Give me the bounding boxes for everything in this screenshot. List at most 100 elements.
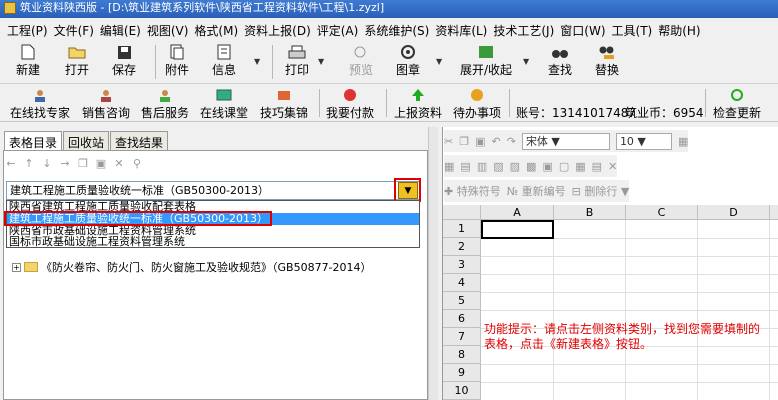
paste-icon[interactable]: ▣ xyxy=(94,157,108,177)
todo-button[interactable]: 待办事项 xyxy=(453,86,501,121)
chapter-button[interactable]: 图章 xyxy=(396,43,420,78)
chapter-dropdown-icon[interactable]: ▼ xyxy=(436,57,442,66)
online-expert-button[interactable]: 在线找专家 xyxy=(10,86,70,121)
expand-dropdown-icon[interactable]: ▼ xyxy=(523,57,529,66)
standard-select[interactable]: 建筑工程施工质量验收统一标准（GB50300-2013） xyxy=(6,181,420,200)
row-header[interactable]: 7 xyxy=(443,328,481,346)
renumber-button[interactable]: № 重新编号 xyxy=(507,183,566,199)
menu-help[interactable]: 帮助(H) xyxy=(655,22,703,39)
corner-cell[interactable] xyxy=(443,205,481,220)
spreadsheet-grid[interactable]: A B C D 1 2 3 4 5 6 7 8 9 10 xyxy=(443,205,778,400)
menu-project[interactable]: 工程(P) xyxy=(4,22,51,39)
split-icon[interactable]: ▥ xyxy=(477,160,487,173)
tips-button[interactable]: 技巧集锦 xyxy=(260,86,308,121)
online-classroom-button[interactable]: 在线课堂 xyxy=(200,86,248,121)
tab-table-catalog[interactable]: 表格目录 xyxy=(4,131,63,151)
align-center-icon[interactable]: ▨ xyxy=(510,160,520,173)
todo-icon xyxy=(470,86,484,104)
menu-format[interactable]: 格式(M) xyxy=(191,22,241,39)
filter-icon[interactable]: ⚲ xyxy=(130,157,144,177)
folder-icon xyxy=(24,262,38,272)
bold-icon[interactable]: ▦ xyxy=(678,135,688,148)
active-cell[interactable] xyxy=(481,220,554,239)
splitter-scrollbar[interactable] xyxy=(428,127,438,400)
save-button[interactable]: 保存 xyxy=(112,43,136,78)
find-button[interactable]: 查找 xyxy=(548,43,572,78)
undo-icon[interactable]: ↶ xyxy=(492,135,501,148)
print-button[interactable]: 打印 xyxy=(285,43,309,78)
move-down-icon[interactable]: ↓ xyxy=(40,157,54,177)
table-icon[interactable]: ▦ xyxy=(444,160,454,173)
move-right-icon[interactable]: → xyxy=(58,157,72,177)
grid-line xyxy=(481,292,778,293)
delete-icon[interactable]: ✕ xyxy=(112,157,126,177)
redo-icon[interactable]: ↷ xyxy=(507,135,516,148)
row-header[interactable]: 2 xyxy=(443,238,481,256)
row-header[interactable]: 8 xyxy=(443,346,481,364)
column-header[interactable]: C xyxy=(626,205,698,220)
expand-collapse-button[interactable]: 展开/收起 xyxy=(460,43,512,78)
menu-view[interactable]: 视图(V) xyxy=(144,22,192,39)
grid-line xyxy=(481,274,778,275)
align-right-icon[interactable]: ▩ xyxy=(526,160,536,173)
preview-button[interactable]: 预览 xyxy=(349,43,373,78)
left-tabs: 表格目录 回收站 查找结果 xyxy=(4,131,169,151)
font-select[interactable]: 宋体 ▼ xyxy=(521,132,610,150)
move-left-icon[interactable]: ← xyxy=(4,157,18,177)
tab-search-results[interactable]: 查找结果 xyxy=(110,131,169,151)
merge-icon[interactable]: ▤ xyxy=(460,160,470,173)
sales-consult-button[interactable]: 销售咨询 xyxy=(82,86,130,121)
info-button[interactable]: 信息 xyxy=(212,43,236,78)
border-icon[interactable]: ▣ xyxy=(542,160,552,173)
attach-button[interactable]: 附件 xyxy=(165,43,189,78)
row-header[interactable]: 3 xyxy=(443,256,481,274)
insert-icon[interactable]: ▤ xyxy=(592,160,602,173)
menu-tools[interactable]: 工具(T) xyxy=(609,22,656,39)
menu-edit[interactable]: 编辑(E) xyxy=(97,22,144,39)
menu-file[interactable]: 文件(F) xyxy=(51,22,97,39)
tab-recycle-bin[interactable]: 回收站 xyxy=(63,131,110,151)
grid-icon[interactable]: ▦ xyxy=(575,160,585,173)
align-left-icon[interactable]: ▧ xyxy=(493,160,503,173)
menu-technique[interactable]: 技术工艺(J) xyxy=(490,22,557,39)
delete-cell-icon[interactable]: ✕ xyxy=(608,160,617,173)
cut-icon[interactable]: ✂ xyxy=(444,135,453,148)
copy-icon[interactable]: ❐ xyxy=(76,157,90,177)
move-up-icon[interactable]: ↑ xyxy=(22,157,36,177)
replace-button[interactable]: 替换 xyxy=(595,43,619,78)
delete-row-button[interactable]: ⊟ 删除行 ▼ xyxy=(572,183,630,199)
column-header[interactable]: D xyxy=(698,205,770,220)
window-title: 筑业资料陕西版 - [D:\筑业建筑系列软件\陕西省工程资料软件\工程\1.zy… xyxy=(20,1,385,14)
paste-icon[interactable]: ▣ xyxy=(475,135,485,148)
info-dropdown-icon[interactable]: ▼ xyxy=(254,57,260,66)
column-header[interactable] xyxy=(770,205,778,220)
row-header[interactable]: 9 xyxy=(443,364,481,382)
menu-report[interactable]: 资料上报(D) xyxy=(241,22,314,39)
print-dropdown-icon[interactable]: ▼ xyxy=(318,57,324,66)
copy-icon[interactable]: ❐ xyxy=(459,135,469,148)
row-header[interactable]: 10 xyxy=(443,382,481,400)
font-size-select[interactable]: 10 ▼ xyxy=(615,132,672,150)
menu-window[interactable]: 窗口(W) xyxy=(557,22,608,39)
expand-plus-icon[interactable]: + xyxy=(12,262,21,272)
menu-evaluate[interactable]: 评定(A) xyxy=(314,22,362,39)
upload-button[interactable]: 上报资料 xyxy=(394,86,442,121)
row-header[interactable]: 4 xyxy=(443,274,481,292)
row-header[interactable]: 5 xyxy=(443,292,481,310)
row-header[interactable]: 6 xyxy=(443,310,481,328)
column-header[interactable]: B xyxy=(554,205,626,220)
fill-icon[interactable]: ▢ xyxy=(559,160,569,173)
menu-library[interactable]: 资料库(L) xyxy=(432,22,490,39)
check-update-button[interactable]: 检查更新 xyxy=(713,86,761,121)
row-header[interactable]: 1 xyxy=(443,220,481,238)
pay-button[interactable]: 我要付款 xyxy=(326,86,374,121)
open-button[interactable]: 打开 xyxy=(65,43,89,78)
tree-item[interactable]: + 《防火卷帘、防火门、防火窗施工及验收规范》（GB50877-2014） xyxy=(12,259,372,275)
menu-system[interactable]: 系统维护(S) xyxy=(361,22,432,39)
dropdown-item[interactable]: 国标市政基础设施工程资料管理系统 xyxy=(9,236,185,248)
new-button[interactable]: 新建 xyxy=(16,43,40,78)
after-sales-button[interactable]: 售后服务 xyxy=(141,86,189,121)
special-symbol-button[interactable]: ✚ 特殊符号 xyxy=(444,183,501,199)
binoculars-icon xyxy=(551,43,569,61)
column-header[interactable]: A xyxy=(481,205,554,220)
